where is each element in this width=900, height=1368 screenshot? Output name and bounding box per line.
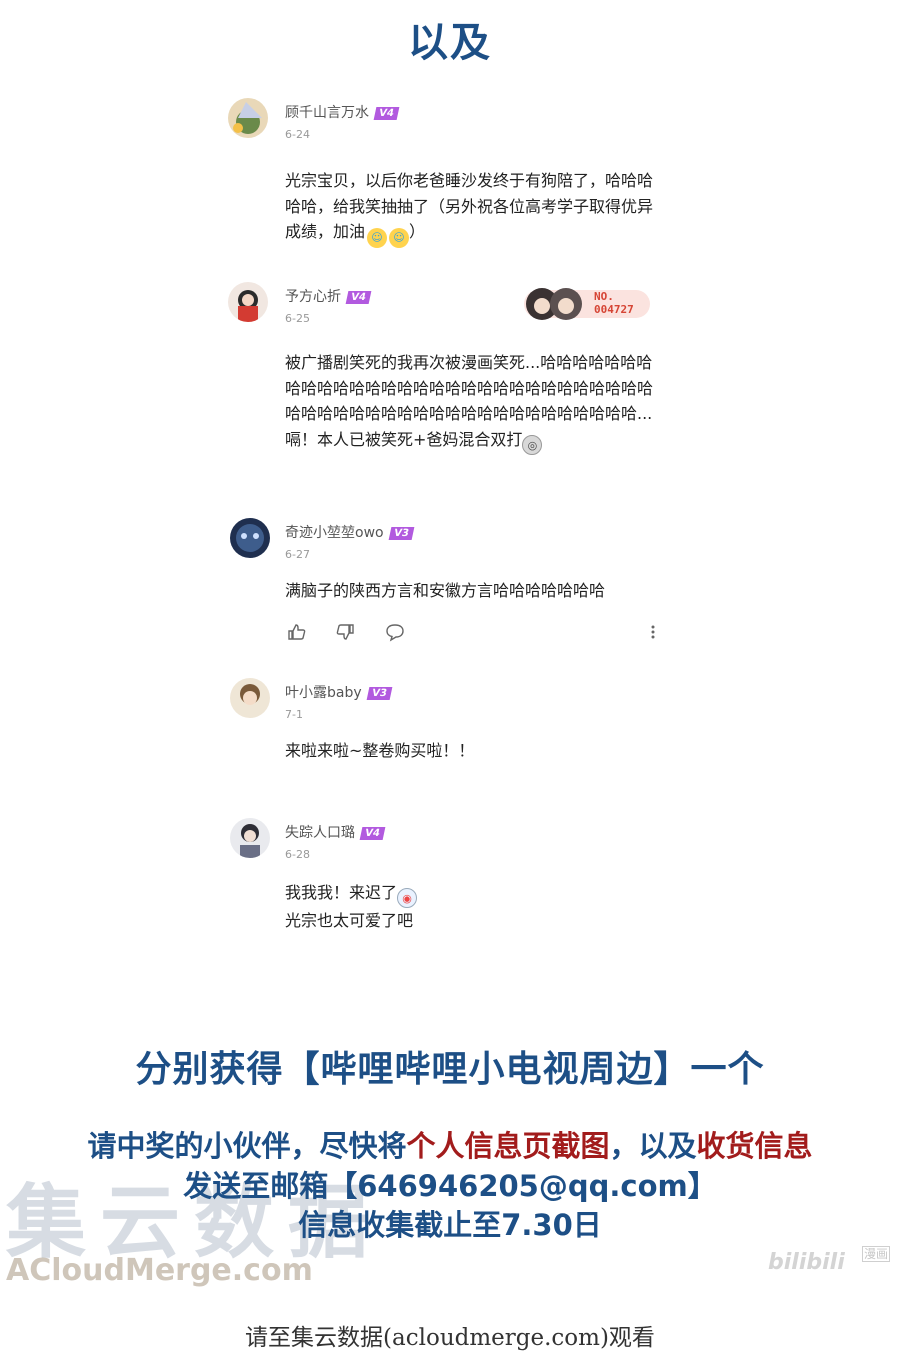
comment-item: 顾千山言万水 V4 6-24 光宗宝贝，以后你老爸睡沙发终于有狗陪了，哈哈哈哈哈，… [222,98,672,258]
username[interactable]: 奇迹小堃堃owo V3 [285,522,414,542]
prize-heading: 分别获得【哔哩哔哩小电视周边】一个 [135,1049,765,1090]
notice-line-1: 请中奖的小伙伴，尽快将个人信息页截图，以及收货信息 [87,1129,813,1163]
username[interactable]: 顾千山言万水 V4 [285,102,400,122]
thumbs-up-icon[interactable] [287,622,307,647]
comment-date: 6-25 [285,312,310,325]
thumbs-down-icon[interactable] [335,622,355,647]
comment-date: 6-24 [285,128,310,141]
user-avatar[interactable] [228,98,268,138]
reply-bubble-icon[interactable] [385,622,405,647]
username[interactable]: 失踪人口璐 V4 [285,822,386,842]
user-avatar[interactable] [230,818,270,858]
comment-text: 被广播剧笑死的我再次被漫画笑死...哈哈哈哈哈哈哈哈哈哈哈哈哈哈哈哈哈哈哈哈哈哈… [285,350,665,455]
watermark-en: ACloudMerge.com [6,1253,313,1288]
bilibili-manhua-logo: 漫画 [862,1246,890,1262]
hug-emoji-icon: ☺ [367,228,388,248]
comment-date: 7-1 [285,708,303,721]
fan-badge-number: NO. 004727 [594,290,634,316]
more-vertical-icon[interactable] [649,622,657,647]
comment-text: 我我我！来迟了 ◉ 光宗也太可爱了吧 [285,880,665,934]
level-badge: V3 [366,687,392,700]
comment-actions [285,622,661,642]
comment-item: 予方心折 V4 6-25 NO. 004727 被广播剧笑死的我再次被漫画笑死...… [222,282,672,482]
bilibili-logo: bilibili [768,1250,845,1275]
notice-line-3: 信息收集截止至7.30日 [298,1208,602,1242]
comment-item: 叶小露baby V3 7-1 来啦来啦~整卷购买啦！！ [222,678,672,778]
comment-text: 来啦来啦~整卷购买啦！！ [285,741,475,760]
username[interactable]: 叶小露baby V3 [285,682,392,702]
comment-date: 6-28 [285,848,310,861]
user-avatar[interactable] [230,518,270,558]
section-heading: 以及 [408,20,492,66]
level-badge: V3 [388,527,414,540]
level-badge: V4 [345,291,372,304]
crying-emoji-icon: ◉ [397,888,418,908]
level-badge: V4 [373,107,400,120]
notice-line-2: 发送至邮箱【646946205@qq.com】 [183,1169,717,1203]
fan-badge: NO. 004727 [522,284,652,324]
hug-emoji-icon: ☺ [389,228,410,248]
comment-text: 满脑子的陕西方言和安徽方言哈哈哈哈哈哈哈 [285,581,606,600]
comment-item: 奇迹小堃堃owo V3 6-27 满脑子的陕西方言和安徽方言哈哈哈哈哈哈哈 [222,518,672,648]
user-avatar[interactable] [230,678,270,718]
user-avatar[interactable] [228,282,268,322]
level-badge: V4 [359,827,386,840]
shocked-emoji-icon: ◎ [522,434,543,455]
comment-text: 光宗宝贝，以后你老爸睡沙发终于有狗陪了，哈哈哈哈哈，给我笑抽抽了（另外祝各位高考… [285,168,665,248]
username[interactable]: 予方心折 V4 [285,286,372,306]
comment-item: 失踪人口璐 V4 6-28 我我我！来迟了 ◉ 光宗也太可爱了吧 [222,818,672,938]
footer-note: 请至集云数据(acloudmerge.com)观看 [245,1325,655,1351]
comment-date: 6-27 [285,548,310,561]
